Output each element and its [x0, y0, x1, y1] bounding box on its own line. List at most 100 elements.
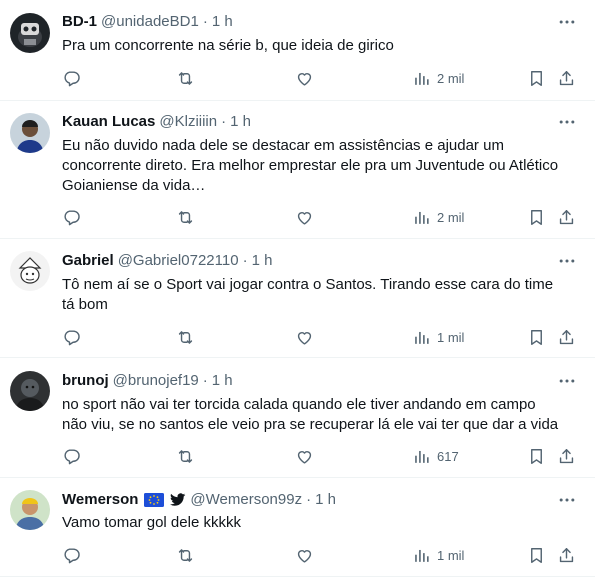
- views-button[interactable]: 1 mil: [412, 544, 464, 566]
- timestamp[interactable]: 1 h: [230, 112, 251, 132]
- action-bar: 1 mil: [0, 326, 595, 348]
- separator-dot: ·: [221, 113, 227, 130]
- more-icon[interactable]: [556, 490, 578, 510]
- bookmark-icon: [527, 546, 546, 565]
- more-icon[interactable]: [556, 12, 578, 32]
- share-button[interactable]: [557, 67, 576, 89]
- tweet-text: Eu não duvido nada dele se destacar em a…: [62, 137, 559, 194]
- views-count: 617: [437, 448, 459, 464]
- like-icon: [295, 447, 314, 466]
- views-count: 2 mil: [437, 70, 465, 86]
- views-button[interactable]: 2 mil: [412, 206, 464, 228]
- bookmark-icon: [527, 208, 546, 227]
- views-count: 1 mil: [437, 329, 465, 345]
- tweet-text: no sport não vai ter torcida calada quan…: [62, 396, 559, 433]
- views-icon: [412, 208, 431, 227]
- views-count: 1 mil: [437, 547, 465, 563]
- action-bar: 1 mil: [0, 544, 595, 566]
- separator-dot: ·: [242, 252, 248, 269]
- share-button[interactable]: [557, 206, 576, 228]
- user-handle[interactable]: @unidadeBD1: [101, 12, 199, 32]
- display-name[interactable]: Gabriel: [62, 251, 114, 271]
- retweet-button[interactable]: [176, 67, 195, 89]
- more-icon[interactable]: [556, 112, 578, 132]
- timestamp[interactable]: 1 h: [212, 12, 233, 32]
- tweet-item[interactable]: Kauan Lucas @Klziiiin · 1 h Eu não duvido na…: [0, 101, 595, 239]
- retweet-icon: [176, 546, 195, 565]
- like-button[interactable]: [295, 544, 314, 566]
- views-count: 2 mil: [437, 209, 465, 225]
- retweet-button[interactable]: [176, 326, 195, 348]
- tweet-header: Kauan Lucas @Klziiiin · 1 h: [62, 112, 251, 132]
- tweet-header: Wemerson @Wemerson99z · 1 h: [62, 490, 336, 510]
- tweet-text: Pra um concorrente na série b, que ideia…: [62, 37, 394, 54]
- like-button[interactable]: [295, 206, 314, 228]
- bird-icon: [170, 493, 186, 507]
- separator-dot: ·: [306, 491, 312, 508]
- avatar[interactable]: [10, 371, 50, 411]
- views-icon: [412, 328, 431, 347]
- share-icon: [557, 328, 576, 347]
- bookmark-button[interactable]: [527, 445, 546, 467]
- share-icon: [557, 208, 576, 227]
- retweet-icon: [176, 208, 195, 227]
- timestamp[interactable]: 1 h: [212, 371, 233, 391]
- display-name[interactable]: BD-1: [62, 12, 97, 32]
- display-name[interactable]: Wemerson: [62, 490, 138, 510]
- share-button[interactable]: [557, 326, 576, 348]
- retweet-button[interactable]: [176, 544, 195, 566]
- more-icon[interactable]: [556, 251, 578, 271]
- display-name[interactable]: Kauan Lucas: [62, 112, 155, 132]
- share-button[interactable]: [557, 544, 576, 566]
- bookmark-icon: [527, 69, 546, 88]
- reply-button[interactable]: [62, 544, 81, 566]
- retweet-button[interactable]: [176, 206, 195, 228]
- bookmark-button[interactable]: [527, 206, 546, 228]
- reply-button[interactable]: [62, 326, 81, 348]
- tweet-item[interactable]: brunoj @brunojef19 · 1 h no sport não vai te…: [0, 358, 595, 478]
- share-button[interactable]: [557, 445, 576, 467]
- like-icon: [295, 208, 314, 227]
- reply-button[interactable]: [62, 206, 81, 228]
- like-icon: [295, 69, 314, 88]
- user-handle[interactable]: @Gabriel0722110: [118, 251, 239, 271]
- avatar[interactable]: [10, 13, 50, 53]
- reply-icon: [62, 328, 81, 347]
- separator-dot: ·: [202, 372, 208, 389]
- avatar[interactable]: [10, 251, 50, 291]
- share-icon: [557, 546, 576, 565]
- bookmark-button[interactable]: [527, 544, 546, 566]
- tweet-item[interactable]: BD-1 @unidadeBD1 · 1 h Pra um concorrente na…: [0, 0, 595, 101]
- views-button[interactable]: 1 mil: [412, 326, 464, 348]
- tweet-item[interactable]: Wemerson @Wemerson99z · 1 h Vamo tomar gol d…: [0, 478, 595, 577]
- more-icon[interactable]: [556, 371, 578, 391]
- user-handle[interactable]: @brunojef19: [113, 371, 199, 391]
- avatar[interactable]: [10, 490, 50, 530]
- user-handle[interactable]: @Klziiiin: [159, 112, 217, 132]
- tweet-header: BD-1 @unidadeBD1 · 1 h: [62, 12, 233, 32]
- like-icon: [295, 546, 314, 565]
- display-name[interactable]: brunoj: [62, 371, 109, 391]
- reply-icon: [62, 208, 81, 227]
- avatar[interactable]: [10, 113, 50, 153]
- retweet-button[interactable]: [176, 445, 195, 467]
- like-button[interactable]: [295, 445, 314, 467]
- tweet-item[interactable]: Gabriel @Gabriel0722110 · 1 h Tô nem aí se o…: [0, 239, 595, 358]
- reply-button[interactable]: [62, 445, 81, 467]
- share-icon: [557, 69, 576, 88]
- retweet-icon: [176, 69, 195, 88]
- timestamp[interactable]: 1 h: [315, 490, 336, 510]
- user-handle[interactable]: @Wemerson99z: [190, 490, 302, 510]
- reply-feed: BD-1 @unidadeBD1 · 1 h Pra um concorrente na…: [0, 0, 595, 577]
- views-button[interactable]: 2 mil: [412, 67, 464, 89]
- retweet-icon: [176, 328, 195, 347]
- like-button[interactable]: [295, 326, 314, 348]
- like-button[interactable]: [295, 67, 314, 89]
- bookmark-button[interactable]: [527, 326, 546, 348]
- reply-button[interactable]: [62, 67, 81, 89]
- timestamp[interactable]: 1 h: [252, 251, 273, 271]
- tweet-header: Gabriel @Gabriel0722110 · 1 h: [62, 251, 272, 271]
- views-button[interactable]: 617: [412, 445, 459, 467]
- bookmark-button[interactable]: [527, 67, 546, 89]
- share-icon: [557, 447, 576, 466]
